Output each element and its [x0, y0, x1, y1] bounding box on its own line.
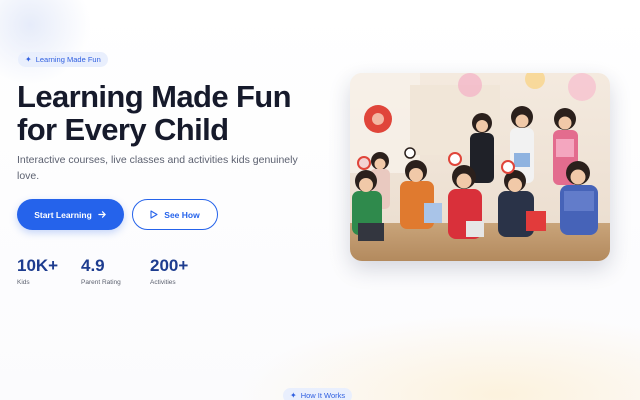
- start-learning-label: Start Learning: [34, 209, 92, 220]
- sparkle-icon: ✦: [290, 390, 297, 400]
- hero-subtitle: Interactive courses, live classes and ac…: [17, 154, 298, 182]
- hero-section: ✦ Learning Made Fun Learning Made Fun fo…: [0, 0, 640, 400]
- stat-label: Parent Rating: [81, 279, 121, 286]
- hero-badge-label: Learning Made Fun: [35, 55, 101, 64]
- play-icon: [150, 210, 158, 219]
- hero-badge: ✦ Learning Made Fun: [18, 52, 108, 67]
- stat-parent-rating: 4.9 Parent Rating: [81, 256, 150, 286]
- hero-stats: 10K+ Kids 4.9 Parent Rating 200+ Activit…: [17, 256, 188, 286]
- hero-image: [350, 73, 610, 261]
- stat-value: 200+: [150, 256, 189, 275]
- start-learning-button[interactable]: Start Learning: [17, 199, 124, 230]
- stat-label: Kids: [17, 279, 30, 286]
- hero-title-line-2: for Every Child: [17, 112, 229, 147]
- arrow-right-icon: [98, 210, 107, 219]
- stat-value: 4.9: [81, 256, 105, 275]
- stat-label: Activities: [150, 279, 176, 286]
- stat-kids: 10K+ Kids: [17, 256, 81, 286]
- see-how-button[interactable]: See How: [132, 199, 218, 230]
- see-how-label: See How: [164, 209, 200, 220]
- sparkle-icon: ✦: [25, 54, 32, 64]
- how-it-works-label: How It Works: [300, 391, 346, 400]
- hero-title-line-1: Learning Made Fun: [17, 79, 292, 114]
- stat-activities: 200+ Activities: [150, 256, 188, 286]
- stat-value: 10K+: [17, 256, 59, 275]
- how-it-works-badge: ✦ How It Works: [283, 388, 353, 400]
- hero-title: Learning Made Fun for Every Child: [17, 79, 292, 147]
